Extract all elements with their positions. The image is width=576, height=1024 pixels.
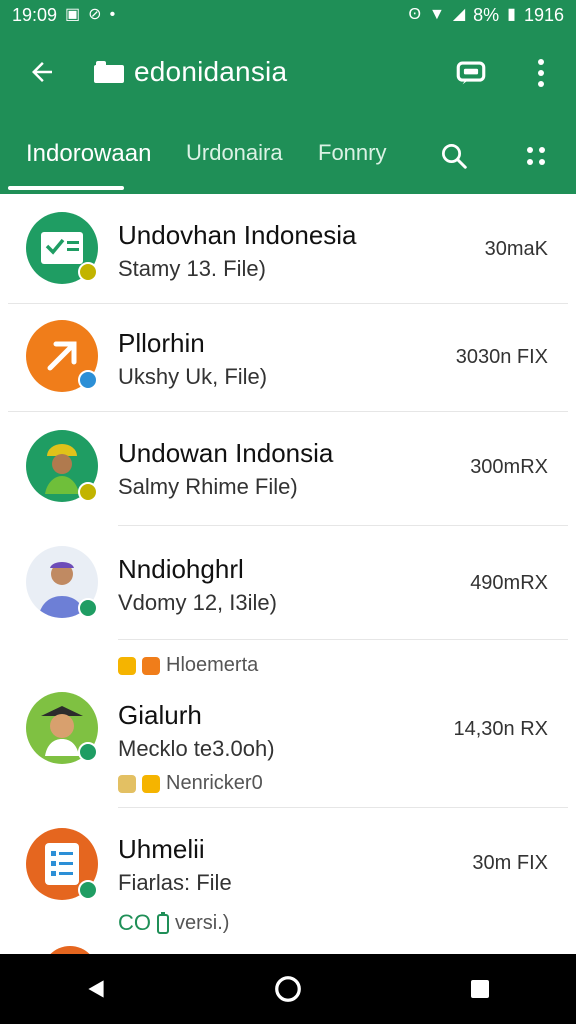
home-circle-icon: [275, 976, 301, 1002]
recents-square-icon: [471, 980, 489, 998]
conversation-list: Undovhan Indonesia Stamy 13. File) 30maK…: [8, 194, 568, 954]
tab-2[interactable]: Urdonaira: [186, 140, 283, 166]
extra-tail: versi.): [175, 911, 230, 934]
pre-tag-label: Hloemerta: [166, 654, 259, 676]
nav-home-button[interactable]: [264, 965, 312, 1013]
arrow-left-icon: [32, 62, 52, 82]
item-title: Pllorhin: [118, 328, 205, 358]
bluetooth-icon: ʘ: [408, 6, 421, 23]
notification-icon: ▣: [65, 6, 81, 23]
item-meta: 300mRX: [470, 456, 548, 478]
flag-icon: [142, 656, 160, 675]
sync-icon: ⊘: [88, 6, 102, 23]
status-left: 19:09 ▣ ⊘ •: [12, 5, 115, 26]
chat-button[interactable]: [452, 54, 490, 92]
folder-icon: [94, 61, 124, 83]
status-badge: [78, 370, 98, 390]
status-badge: [78, 880, 98, 900]
item-meta: 14,30n RX: [453, 718, 548, 740]
item-meta: 490mRX: [470, 572, 548, 594]
search-button[interactable]: [436, 138, 472, 174]
status-bar: 19:09 ▣ ⊘ • ʘ ▼ ◢ 8% ▮ 1916: [0, 0, 576, 30]
item-meta: 30m FIX: [472, 852, 548, 874]
app-title-wrap: edonidansia: [94, 54, 287, 90]
grid-button[interactable]: [518, 138, 554, 174]
extra-label: CO: [118, 910, 151, 935]
post-tag: Nenricker0: [118, 772, 263, 795]
tab-3[interactable]: Fonnry: [318, 140, 386, 166]
grid-dots-icon: [527, 147, 545, 165]
item-title: Undowan Indonsia: [118, 438, 334, 468]
arrow-up-right-icon: [47, 341, 77, 371]
active-tab-indicator: [8, 186, 124, 190]
post-tag-label: Nenricker0: [166, 772, 263, 794]
item-title: Uhmelii: [118, 834, 205, 864]
app-title: edonidansia: [134, 56, 288, 87]
list-item[interactable]: Undovhan Indonesia Stamy 13. File) 30maK: [8, 194, 568, 304]
status-badge: [78, 262, 98, 282]
list-item[interactable]: Undowan Indonsia Salmy Rhime File) 300mR…: [8, 412, 568, 526]
more-options-button[interactable]: [524, 54, 558, 92]
battery-icon: ▮: [507, 6, 516, 23]
battery-percent: 8%: [473, 4, 500, 25]
status-right: ʘ ▼ ◢ 8% ▮ 1916: [409, 5, 564, 26]
chat-icon: [456, 61, 486, 85]
list-item[interactable]: Uhmelii Fiarlas: File 30m FIX CO versi.): [8, 808, 568, 954]
status-badge: [78, 742, 98, 762]
list-item[interactable]: Nndiohghrl Vdomy 12, I3ile) 490mRX: [8, 526, 568, 640]
status-badge: [78, 598, 98, 618]
back-button[interactable]: [22, 52, 62, 92]
item-title: Gialurh: [118, 700, 202, 730]
more-vert-icon: [538, 59, 544, 87]
item-title: Undovhan Indonesia: [118, 220, 357, 250]
wifi-icon: ▼: [428, 6, 445, 23]
status-time: 19:09: [12, 4, 58, 25]
battery-small-icon: [157, 912, 169, 934]
item-subtitle: Salmy Rhime File): [118, 474, 298, 499]
signal-icon: ◢: [452, 6, 466, 23]
tab-bar: Indorowaan Urdonaira Fonnry: [0, 114, 576, 194]
ticket-icon: [118, 774, 136, 793]
item-meta: 3030n FIX: [455, 346, 548, 368]
item-subtitle: Ukshy Uk, File): [118, 364, 268, 389]
status-badge: [78, 482, 98, 502]
tab-1[interactable]: Indorowaan: [26, 140, 151, 168]
item-subtitle: Stamy 13. File): [118, 256, 266, 281]
checklist-icon: [41, 232, 83, 264]
nav-back-button[interactable]: [72, 965, 120, 1013]
pre-tag: Hloemerta: [118, 654, 258, 677]
item-subtitle: Vdomy 12, I3ile): [118, 590, 277, 615]
item-title: Nndiohghrl: [118, 554, 244, 584]
back-triangle-icon: [88, 980, 104, 998]
item-subtitle: Fiarlas: File: [118, 870, 232, 895]
extra-line: CO versi.): [118, 910, 229, 936]
dot-icon: •: [109, 6, 116, 23]
nav-recents-button[interactable]: [456, 965, 504, 1013]
app-bar: edonidansia: [0, 30, 576, 114]
item-subtitle: Mecklo te3.0oh): [118, 736, 275, 761]
item-meta: 30maK: [484, 238, 548, 260]
document-list-icon: [45, 843, 79, 885]
list-item[interactable]: Pllorhin Ukshy Uk, File) 3030n FIX: [8, 304, 568, 412]
status-right-time: 1916: [523, 4, 564, 25]
system-nav-bar: [0, 954, 576, 1024]
coin-icon: [142, 774, 160, 793]
list-item[interactable]: Hloemerta Gialurh Mecklo te3.0oh) 14,30n…: [8, 640, 568, 808]
search-icon: [442, 144, 467, 169]
reward-icon: [118, 656, 136, 675]
